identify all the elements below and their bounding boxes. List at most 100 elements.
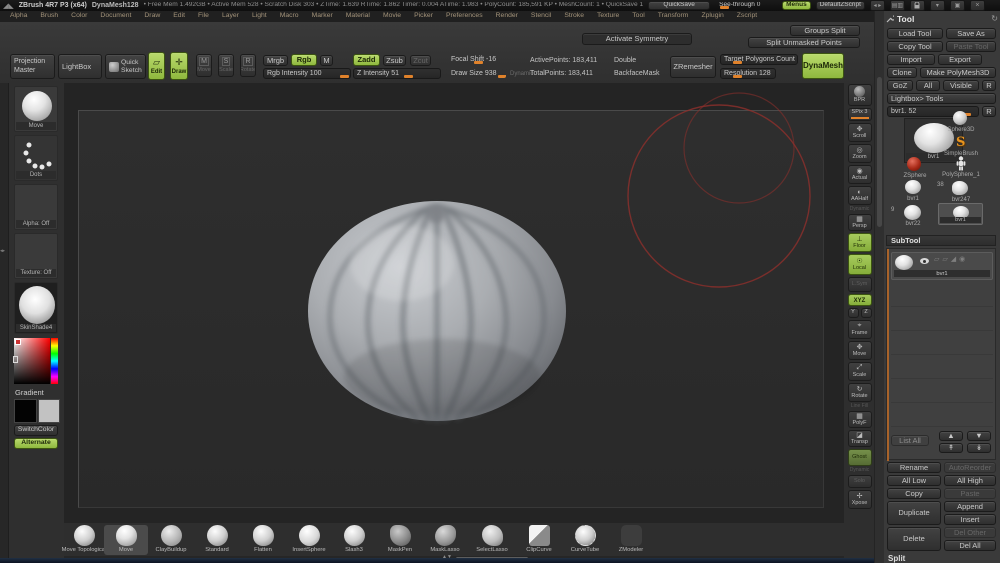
tool-thumb-bvr247[interactable] bbox=[952, 181, 968, 195]
floor-button[interactable]: ⊥Floor bbox=[848, 233, 872, 252]
paste-subtool-button[interactable]: Paste bbox=[944, 488, 996, 499]
export-button[interactable]: Export bbox=[938, 54, 982, 65]
menu-alpha[interactable]: Alpha bbox=[10, 13, 27, 20]
scale-gizmo-button[interactable]: S Scale bbox=[218, 54, 234, 77]
menu-file[interactable]: File bbox=[198, 13, 209, 20]
quick-sketch-button[interactable]: Quick Sketch bbox=[105, 54, 146, 79]
z-button[interactable]: Z bbox=[861, 308, 872, 318]
transp-button[interactable]: ◪Transp bbox=[848, 430, 872, 447]
goz-r-button[interactable]: R bbox=[982, 80, 996, 91]
split-unmasked-points-button[interactable]: Split Unmasked Points bbox=[748, 37, 860, 48]
stroke-slot[interactable]: Dots bbox=[14, 135, 58, 181]
tray-brush-curvetube[interactable]: CurveTube bbox=[563, 525, 607, 555]
delete-button[interactable]: Delete bbox=[887, 527, 941, 551]
copy-paste-doc-buttons[interactable]: ▤▥ bbox=[890, 0, 905, 11]
menu-color[interactable]: Color bbox=[71, 13, 87, 20]
edit-button[interactable]: ▱ Edit bbox=[148, 52, 165, 80]
menu-movie[interactable]: Movie bbox=[383, 13, 401, 20]
paste-tool-button[interactable]: Paste Tool bbox=[946, 41, 996, 52]
see-through-slider[interactable]: See-through 0 bbox=[715, 1, 777, 10]
projection-master-button[interactable]: Projection Master bbox=[10, 54, 55, 79]
subtool-empty-slot[interactable] bbox=[891, 331, 993, 355]
tool-thumb-sphere3d[interactable] bbox=[953, 111, 967, 125]
secondary-color-swatch[interactable] bbox=[38, 399, 60, 423]
goz-button[interactable]: GoZ bbox=[887, 80, 913, 91]
tray-brush-maskpen[interactable]: MaskPen bbox=[378, 525, 422, 555]
tray-brush-slash3[interactable]: Slash3 bbox=[332, 525, 376, 555]
rotate-view-button[interactable]: ↻Rotate bbox=[848, 383, 872, 402]
tool-thumb-bvr22[interactable] bbox=[904, 205, 921, 220]
y-button[interactable]: Y bbox=[848, 308, 859, 318]
backface-mask-toggle[interactable]: BackfaceMask bbox=[614, 70, 660, 77]
import-button[interactable]: Import bbox=[887, 54, 935, 65]
menu-render[interactable]: Render bbox=[496, 13, 518, 20]
menu-macro[interactable]: Macro bbox=[280, 13, 299, 20]
rgb-intensity-slider[interactable]: Rgb Intensity 100 bbox=[263, 68, 351, 79]
menu-light[interactable]: Light bbox=[252, 13, 267, 20]
zoom-button[interactable]: ◎Zoom bbox=[848, 144, 872, 163]
tool-thumb-bvr1-small[interactable] bbox=[905, 180, 921, 194]
xyz-button[interactable]: XYZ bbox=[848, 294, 872, 306]
zcut-button[interactable]: Zcut bbox=[410, 55, 431, 66]
menu-texture[interactable]: Texture bbox=[597, 13, 619, 20]
spix-slider[interactable]: SPix 3 bbox=[848, 108, 872, 121]
tool-thumb-bvr1-selected[interactable]: bvr1 bbox=[938, 203, 983, 225]
polyf-button[interactable]: ▦PolyF bbox=[848, 411, 872, 428]
subtool-empty-slot[interactable] bbox=[891, 379, 993, 403]
tray-brush-zmodeler[interactable]: ZModeler bbox=[609, 525, 653, 555]
switch-color-button[interactable]: SwitchColor bbox=[14, 425, 58, 436]
all-high-button[interactable]: All High bbox=[944, 475, 996, 486]
menu-tool[interactable]: Tool bbox=[632, 13, 644, 20]
menu-document[interactable]: Document bbox=[100, 13, 131, 20]
subtool-row-active[interactable]: ▱▱◢◉ bvr1 bbox=[891, 252, 993, 280]
frame-button[interactable]: ⌖Frame bbox=[848, 320, 872, 339]
main-color-swatch[interactable] bbox=[14, 399, 37, 423]
tray-brush-insertsphere[interactable]: InsertSphere bbox=[287, 525, 331, 555]
actual-button[interactable]: ◉Actual bbox=[848, 165, 872, 184]
double-toggle[interactable]: Double bbox=[614, 57, 636, 64]
subtool-down-button[interactable]: ▼ bbox=[967, 431, 991, 441]
gradient-label[interactable]: Gradient bbox=[15, 389, 44, 397]
tool-slider-r-button[interactable]: R bbox=[982, 106, 996, 117]
zadd-button[interactable]: Zadd bbox=[353, 54, 380, 66]
menu-picker[interactable]: Picker bbox=[414, 13, 433, 20]
subtool-empty-slot[interactable] bbox=[891, 307, 993, 331]
canvas[interactable] bbox=[64, 83, 844, 523]
tray-brush-standard[interactable]: Standard bbox=[195, 525, 239, 555]
local-button[interactable]: ☉Local bbox=[848, 254, 872, 275]
texture-slot[interactable]: Texture: Off bbox=[14, 233, 58, 279]
palette-scrollbar[interactable] bbox=[875, 11, 884, 563]
visibility-eye-icon[interactable] bbox=[920, 258, 929, 264]
menu-transform[interactable]: Transform bbox=[658, 13, 689, 20]
hue-strip[interactable] bbox=[51, 338, 58, 384]
all-low-button[interactable]: All Low bbox=[887, 475, 941, 486]
material-slot[interactable]: SkinShade4 bbox=[14, 282, 58, 334]
subtool-empty-slot[interactable] bbox=[891, 355, 993, 379]
focal-shift-slider[interactable]: Focal Shift -16 bbox=[447, 54, 507, 65]
restore-button[interactable]: ▣ bbox=[950, 0, 965, 11]
palette-scroll-thumb[interactable] bbox=[877, 77, 882, 227]
del-all-button[interactable]: Del All bbox=[944, 540, 996, 551]
default-zscript-button[interactable]: DefaultZScript bbox=[816, 1, 865, 10]
clone-button[interactable]: Clone bbox=[887, 67, 917, 78]
del-other-button[interactable]: Del Other bbox=[944, 527, 996, 538]
menu-zplugin[interactable]: Zplugin bbox=[701, 13, 723, 20]
load-tool-button[interactable]: Load Tool bbox=[887, 28, 943, 39]
tray-brush-claybuildup[interactable]: ClayBuildup bbox=[149, 525, 193, 555]
alpha-slot[interactable]: Alpha: Off bbox=[14, 184, 58, 230]
z-intensity-slider[interactable]: Z Intensity 51 bbox=[353, 68, 441, 79]
minimize-button[interactable]: ▾ bbox=[930, 0, 945, 11]
tool-thumb-simplebrush-icon[interactable]: S bbox=[956, 135, 965, 150]
mrgb-button[interactable]: Mrgb bbox=[263, 55, 288, 66]
insert-button[interactable]: Insert bbox=[944, 514, 996, 525]
rename-button[interactable]: Rename bbox=[887, 462, 941, 473]
zsub-button[interactable]: Zsub bbox=[383, 55, 406, 66]
subtool-empty-slot[interactable] bbox=[891, 283, 993, 307]
all-button[interactable]: All bbox=[916, 80, 940, 91]
subtool-header[interactable]: SubTool bbox=[886, 235, 996, 246]
tool-thumb-zsphere[interactable] bbox=[907, 157, 921, 171]
menus-toggle[interactable]: Menus bbox=[782, 1, 811, 10]
autoreorder-button[interactable]: AutoReorder bbox=[944, 462, 996, 473]
split-section-header[interactable]: Split bbox=[888, 554, 905, 563]
nav-back-forward-buttons[interactable]: ◂ ▸ bbox=[870, 0, 885, 11]
